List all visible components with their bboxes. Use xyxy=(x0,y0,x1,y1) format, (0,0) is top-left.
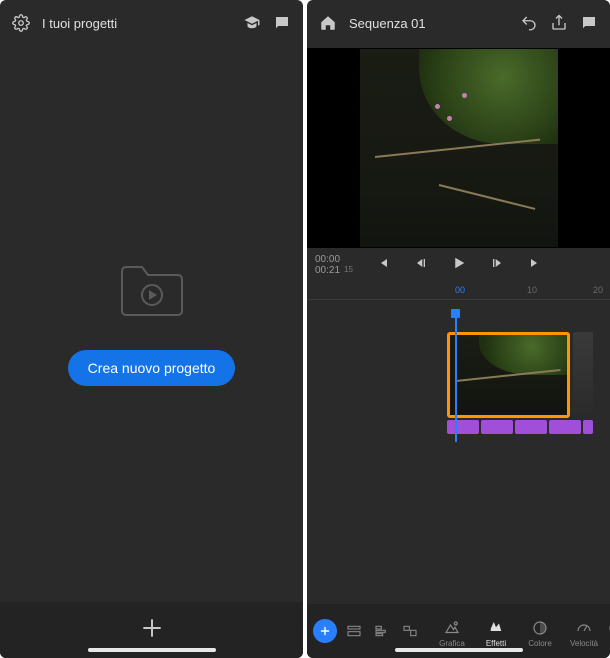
editor-topbar: Sequenza 01 xyxy=(307,0,610,46)
layout-1-icon[interactable] xyxy=(343,616,365,646)
sequence-title: Sequenza 01 xyxy=(349,16,508,31)
timeline[interactable] xyxy=(307,312,610,452)
projects-title: I tuoi progetti xyxy=(42,16,231,31)
projects-topbar: I tuoi progetti xyxy=(0,0,303,46)
projects-empty-state: Crea nuovo progetto xyxy=(0,46,303,602)
tab-velocita[interactable]: Velocità xyxy=(565,615,603,648)
learn-icon[interactable] xyxy=(243,14,261,32)
preview-frame xyxy=(360,49,558,247)
timeline-ruler[interactable]: 00 10 20 xyxy=(307,284,610,300)
ruler-mark-0: 00 xyxy=(455,285,465,295)
play-icon[interactable] xyxy=(450,254,468,272)
feedback-icon[interactable] xyxy=(580,14,598,32)
editor-screen: Sequenza 01 00:00 00:21 15 xyxy=(307,0,610,658)
skip-end-icon[interactable] xyxy=(526,254,544,272)
projects-footer xyxy=(0,602,303,658)
video-preview[interactable] xyxy=(307,48,610,248)
folder-play-icon xyxy=(116,263,188,324)
projects-screen: I tuoi progetti Crea nuovo progetto xyxy=(0,0,303,658)
home-indicator xyxy=(88,648,216,652)
home-indicator xyxy=(395,648,523,652)
tab-effetti[interactable]: Effetti xyxy=(477,615,515,648)
frame-forward-icon[interactable] xyxy=(488,254,506,272)
timecode-fps: 15 xyxy=(344,265,353,276)
layout-2-icon[interactable] xyxy=(371,616,393,646)
share-icon[interactable] xyxy=(550,14,568,32)
tab-label: Velocità xyxy=(570,639,598,648)
editor-toolbar: Grafica Effetti Colore Velocità A xyxy=(307,604,610,658)
ruler-mark-20: 20 xyxy=(593,285,603,295)
tab-label: Colore xyxy=(528,639,552,648)
ruler-mark-10: 10 xyxy=(527,285,537,295)
tab-label: Effetti xyxy=(486,639,506,648)
timecode-duration: 00:21 xyxy=(315,265,340,276)
feedback-icon[interactable] xyxy=(273,14,291,32)
settings-icon[interactable] xyxy=(12,14,30,32)
undo-icon[interactable] xyxy=(520,14,538,32)
tab-colore[interactable]: Colore xyxy=(521,615,559,648)
timeline-clip-2[interactable] xyxy=(573,332,593,418)
timeline-audio-track[interactable] xyxy=(447,420,593,434)
tab-grafica[interactable]: Grafica xyxy=(433,615,471,648)
tab-label: Grafica xyxy=(439,639,465,648)
home-icon[interactable] xyxy=(319,14,337,32)
add-media-button[interactable] xyxy=(313,619,337,643)
create-project-button[interactable]: Crea nuovo progetto xyxy=(68,350,236,386)
timeline-clip[interactable] xyxy=(447,332,570,418)
layout-3-icon[interactable] xyxy=(399,616,421,646)
add-icon[interactable] xyxy=(139,615,165,646)
skip-start-icon[interactable] xyxy=(374,254,392,272)
playhead[interactable] xyxy=(455,312,457,442)
frame-back-icon[interactable] xyxy=(412,254,430,272)
